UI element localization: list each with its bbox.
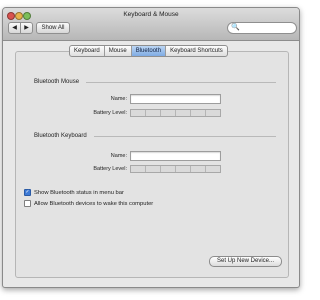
- show-all-button[interactable]: Show All: [36, 22, 70, 34]
- keyboard-battery-label: Battery Level:: [93, 166, 127, 172]
- set-up-new-device-button[interactable]: Set Up New Device...: [209, 256, 282, 267]
- section-divider: [86, 82, 276, 83]
- allow-wake-label: Allow Bluetooth devices to wake this com…: [34, 200, 154, 207]
- tab-mouse[interactable]: Mouse: [105, 46, 132, 56]
- back-arrow-icon: ◀: [12, 25, 17, 31]
- show-status-option[interactable]: ✓ Show Bluetooth status in menu bar: [24, 189, 124, 196]
- search-icon: 🔍: [231, 24, 240, 31]
- title-bar[interactable]: Keyboard & Mouse ◀ ▶ Show All 🔍: [3, 8, 299, 41]
- bluetooth-mouse-heading: Bluetooth Mouse: [34, 79, 80, 85]
- forward-button[interactable]: ▶: [20, 22, 33, 34]
- bluetooth-keyboard-heading: Bluetooth Keyboard: [34, 133, 87, 139]
- mouse-name-field[interactable]: [130, 94, 221, 104]
- keyboard-name-label: Name:: [110, 153, 127, 159]
- keyboard-name-field[interactable]: [130, 151, 221, 161]
- tab-keyboard-shortcuts[interactable]: Keyboard Shortcuts: [166, 46, 227, 56]
- mouse-battery-indicator: [130, 109, 221, 117]
- preferences-window: Keyboard & Mouse ◀ ▶ Show All 🔍 Bluetoot…: [2, 7, 300, 288]
- allow-wake-checkbox[interactable]: [24, 200, 31, 207]
- show-status-checkbox[interactable]: ✓: [24, 189, 31, 196]
- tab-bar: Keyboard Mouse Bluetooth Keyboard Shortc…: [69, 45, 228, 57]
- tab-keyboard[interactable]: Keyboard: [70, 46, 105, 56]
- allow-wake-option[interactable]: Allow Bluetooth devices to wake this com…: [24, 200, 153, 207]
- keyboard-battery-indicator: [130, 165, 221, 173]
- bluetooth-panel: Bluetooth Mouse Name: Battery Level: Blu…: [15, 51, 289, 278]
- window-title: Keyboard & Mouse: [123, 11, 179, 18]
- show-status-label: Show Bluetooth status in menu bar: [34, 189, 124, 196]
- mouse-battery-label: Battery Level:: [93, 110, 127, 116]
- mouse-name-label: Name:: [110, 96, 127, 102]
- forward-arrow-icon: ▶: [24, 25, 29, 31]
- section-divider: [94, 136, 276, 137]
- search-input[interactable]: 🔍: [227, 22, 297, 34]
- tab-bluetooth[interactable]: Bluetooth: [131, 46, 167, 56]
